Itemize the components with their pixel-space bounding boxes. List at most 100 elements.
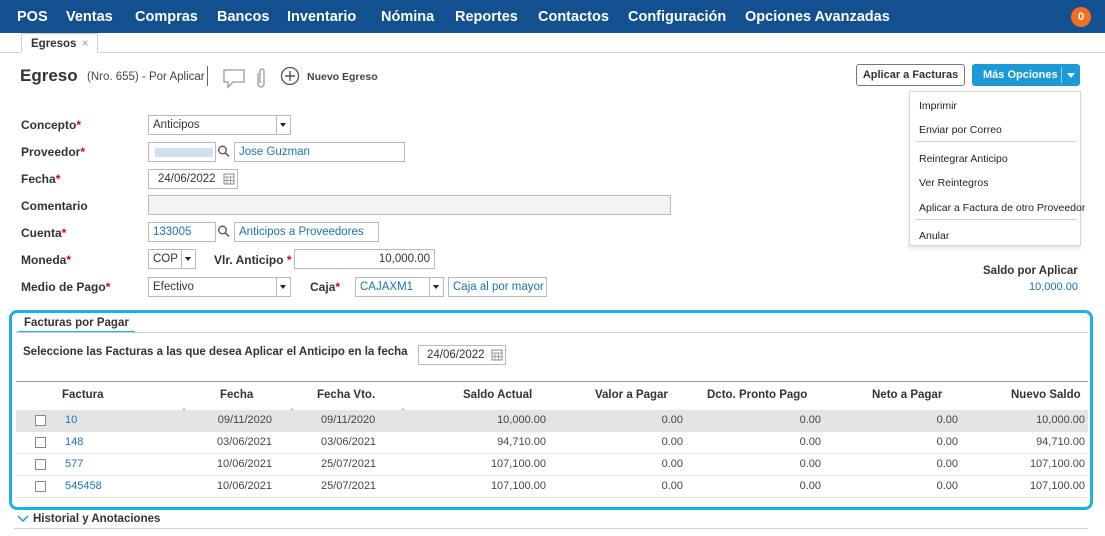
saldo-actual-cell: 107,100.00 [490, 480, 546, 492]
nav-item-opciones-avanzadas[interactable]: Opciones Avanzadas [745, 0, 890, 33]
column-header-fecha-vto[interactable]: Fecha Vto. [317, 389, 375, 401]
new-egreso-link[interactable]: Nuevo Egreso [307, 71, 378, 83]
valor-pagar-cell[interactable]: 0.00 [583, 414, 683, 426]
caja-select[interactable]: CAJAXM1 [355, 277, 444, 297]
column-header-dcto-pronto-pago[interactable]: Dcto. Pronto Pago [707, 389, 807, 401]
factura-link[interactable]: 10 [65, 414, 77, 426]
menu-item-ver-reintegros[interactable]: Ver Reintegros [919, 177, 988, 189]
fecha-label: Fecha* [21, 172, 61, 186]
dcto-cell: 0.00 [799, 436, 821, 448]
facturas-instruction: Seleccione las Facturas a las que desea … [23, 346, 408, 358]
factura-link[interactable]: 577 [65, 458, 83, 470]
row-checkbox[interactable] [35, 459, 46, 470]
nav-item-inventario[interactable]: Inventario [287, 0, 356, 33]
more-options-button[interactable]: Más Opciones [972, 64, 1080, 86]
search-icon[interactable] [216, 142, 232, 162]
fecha-input[interactable]: 24/06/2022 [148, 169, 238, 189]
valor-pagar-cell[interactable]: 0.00 [583, 436, 683, 448]
saldo-value: 10,000.00 [1029, 281, 1078, 293]
valor-pagar-cell[interactable]: 0.00 [583, 458, 683, 470]
table-row[interactable]: 148 03/06/2021 03/06/2021 94,710.00 0.00… [16, 432, 1088, 454]
fecha-vto-cell: 09/11/2020 [321, 414, 376, 426]
row-checkbox[interactable] [35, 437, 46, 448]
saldo-actual-cell: 94,710.00 [497, 436, 546, 448]
proveedor-id-input[interactable] [148, 142, 216, 162]
saldo-actual-cell: 107,100.00 [490, 458, 546, 470]
medio-pago-select[interactable]: Efectivo [148, 277, 291, 297]
button-divider [1061, 67, 1062, 83]
row-checkbox[interactable] [35, 415, 46, 426]
nuevo-saldo-cell: 10,000.00 [1036, 414, 1085, 426]
cuenta-code-input[interactable]: 133005 [148, 222, 216, 242]
concepto-label: Concepto* [21, 118, 82, 132]
chevron-down-icon[interactable] [17, 515, 29, 523]
nav-item-bancos[interactable]: Bancos [217, 0, 269, 33]
fecha-value: 24/06/2022 [158, 173, 216, 185]
concepto-select[interactable]: Anticipos [148, 115, 291, 135]
column-header-nuevo-saldo[interactable]: Nuevo Saldo [1011, 389, 1081, 401]
column-header-saldo-actual[interactable]: Saldo Actual [463, 389, 532, 401]
nav-item-contactos[interactable]: Contactos [538, 0, 609, 33]
plus-circle-icon[interactable] [280, 66, 300, 86]
moneda-select[interactable]: COP [148, 249, 196, 269]
menu-item-imprimir[interactable]: Imprimir [919, 100, 957, 112]
facturas-date-input[interactable]: 24/06/2022 [418, 345, 506, 365]
nav-item-nomina[interactable]: Nómina [381, 0, 434, 33]
column-header-factura[interactable]: Factura [62, 389, 104, 401]
column-header-fecha[interactable]: Fecha [220, 389, 253, 401]
menu-item-reintegrar-anticipo[interactable]: Reintegrar Anticipo [919, 153, 1008, 165]
close-icon[interactable]: × [82, 36, 89, 50]
column-header-neto-pagar[interactable]: Neto a Pagar [872, 389, 942, 401]
menu-divider [915, 219, 1077, 220]
chevron-down-icon[interactable] [276, 278, 290, 296]
table-row[interactable]: 10 09/11/2020 09/11/2020 10,000.00 0.00 … [16, 410, 1088, 432]
calendar-icon[interactable] [489, 346, 505, 364]
cuenta-name[interactable]: Anticipos a Proveedores [234, 222, 379, 242]
chevron-down-icon[interactable] [276, 116, 290, 134]
nav-item-compras[interactable]: Compras [135, 0, 198, 33]
chevron-down-icon[interactable] [429, 278, 443, 296]
column-header-valor-pagar[interactable]: Valor a Pagar [595, 389, 668, 401]
historial-divider [14, 528, 1088, 529]
vlr-anticipo-input[interactable]: 10,000.00 [294, 249, 435, 269]
valor-pagar-cell[interactable]: 0.00 [583, 480, 683, 492]
nav-item-reportes[interactable]: Reportes [455, 0, 518, 33]
neto-pagar-cell: 0.00 [936, 480, 958, 492]
menu-item-enviar-correo[interactable]: Enviar por Correo [919, 124, 1002, 136]
nav-item-configuracion[interactable]: Configuración [628, 0, 726, 33]
comment-icon[interactable] [222, 67, 246, 89]
calendar-icon[interactable] [221, 170, 237, 188]
caja-name[interactable]: Caja al por mayor [448, 277, 547, 297]
tab-egresos[interactable]: Egresos × [21, 33, 98, 53]
apply-invoices-button[interactable]: Aplicar a Facturas [856, 64, 965, 86]
historial-section-label[interactable]: Historial y Anotaciones [33, 513, 160, 525]
table-row[interactable]: 577 10/06/2021 25/07/2021 107,100.00 0.0… [16, 454, 1088, 476]
neto-pagar-cell: 0.00 [936, 414, 958, 426]
paperclip-icon[interactable] [254, 66, 268, 90]
chevron-down-icon[interactable] [181, 250, 195, 268]
saldo-label: Saldo por Aplicar [983, 265, 1078, 277]
factura-link[interactable]: 545458 [65, 480, 102, 492]
dcto-cell: 0.00 [799, 414, 821, 426]
chevron-down-icon[interactable] [1067, 73, 1075, 78]
fecha-cell: 10/06/2021 [216, 480, 272, 492]
search-icon[interactable] [216, 222, 232, 242]
table-row[interactable]: 545458 10/06/2021 25/07/2021 107,100.00 … [16, 476, 1088, 498]
neto-pagar-cell: 0.00 [936, 436, 958, 448]
redacted-id [155, 148, 213, 157]
medio-pago-label: Medio de Pago* [21, 280, 111, 294]
factura-link[interactable]: 148 [65, 436, 83, 448]
nav-item-pos[interactable]: POS [17, 0, 48, 33]
nuevo-saldo-cell: 107,100.00 [1029, 458, 1085, 470]
table-header-divider [16, 381, 1088, 382]
row-checkbox[interactable] [35, 481, 46, 492]
saldo-actual-cell: 10,000.00 [497, 414, 546, 426]
comentario-input[interactable] [148, 195, 671, 215]
proveedor-name[interactable]: Jose Guzman [234, 142, 405, 162]
nav-item-ventas[interactable]: Ventas [66, 0, 113, 33]
concepto-value: Anticipos [153, 119, 200, 131]
notification-badge[interactable]: 0 [1071, 7, 1091, 27]
menu-item-aplicar-otro-proveedor[interactable]: Aplicar a Factura de otro Proveedor [919, 202, 1085, 214]
menu-item-anular[interactable]: Anular [919, 230, 949, 242]
tab-facturas-por-pagar[interactable]: Facturas por Pagar [18, 317, 135, 333]
